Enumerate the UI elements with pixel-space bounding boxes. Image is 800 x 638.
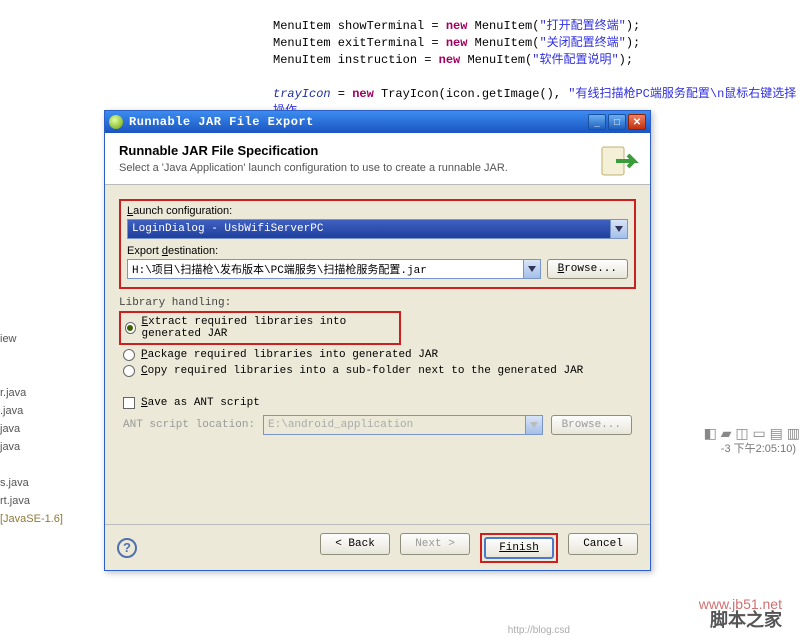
- ant-location-combo: E:\android_application: [263, 415, 543, 435]
- export-dest-label: Export destination:: [127, 245, 628, 257]
- next-button: Next >: [400, 533, 470, 555]
- export-dest-value: H:\项目\扫描枪\发布版本\PC端服务\扫描枪服务配置.jar: [132, 261, 427, 277]
- launch-config-label: LLaunch configuration:aunch configuratio…: [127, 205, 628, 217]
- library-handling-label: Library handling:: [119, 295, 636, 311]
- chevron-down-icon[interactable]: [523, 260, 540, 278]
- app-icon: [109, 115, 123, 129]
- export-dialog: Runnable JAR File Export _ □ ✕ Runnable …: [104, 110, 651, 571]
- help-icon[interactable]: ?: [117, 538, 137, 558]
- watermark-text: 脚本之家: [710, 606, 782, 632]
- radio-package[interactable]: [123, 349, 135, 361]
- chevron-down-icon: [525, 416, 542, 434]
- launch-export-group: LLaunch configuration:aunch configuratio…: [119, 199, 636, 289]
- dialog-footer: ? < Back Next > Finish Cancel: [105, 524, 650, 570]
- ant-location-label: ANT script location:: [123, 419, 255, 431]
- save-ant-label: Save as ANT script: [141, 397, 260, 409]
- launch-config-combo[interactable]: LoginDialog - UsbWifiServerPC: [127, 219, 628, 239]
- dialog-heading: Runnable JAR File Specification: [119, 143, 636, 158]
- dialog-header: Runnable JAR File Specification Select a…: [105, 133, 650, 185]
- background-code: MenuItem showTerminal = new MenuItem("打开…: [273, 18, 800, 120]
- maximize-button[interactable]: □: [608, 114, 626, 130]
- ant-browse-button: Browse...: [551, 415, 632, 435]
- background-file-list: iew r.java .java java java s.java rt.jav…: [0, 330, 63, 528]
- radio-copy[interactable]: [123, 365, 135, 377]
- export-dest-combo[interactable]: H:\项目\扫描枪\发布版本\PC端服务\扫描枪服务配置.jar: [127, 259, 541, 279]
- blog-url: http://blog.csd: [508, 625, 570, 636]
- save-ant-checkbox[interactable]: [123, 397, 135, 409]
- dialog-subtext: Select a 'Java Application' launch confi…: [119, 162, 636, 174]
- window-title: Runnable JAR File Export: [129, 115, 588, 129]
- radio-copy-label: Copy required libraries into a sub-folde…: [141, 365, 583, 377]
- finish-highlight: Finish: [480, 533, 558, 563]
- cancel-button[interactable]: Cancel: [568, 533, 638, 555]
- side-timestamp: -3 下午2:05:10): [721, 440, 796, 456]
- titlebar[interactable]: Runnable JAR File Export _ □ ✕: [105, 111, 650, 133]
- finish-button[interactable]: Finish: [484, 537, 554, 559]
- browse-button[interactable]: BBrowse...rowse...: [547, 259, 628, 279]
- close-button[interactable]: ✕: [628, 114, 646, 130]
- launch-config-value: LoginDialog - UsbWifiServerPC: [132, 223, 323, 235]
- radio-extract-highlight: Extract required libraries into generate…: [119, 311, 401, 345]
- chevron-down-icon[interactable]: [610, 220, 627, 238]
- jar-export-icon: [598, 141, 640, 183]
- radio-extract[interactable]: [125, 322, 136, 334]
- radio-package-label: Package required libraries into generate…: [141, 349, 438, 361]
- ant-location-value: E:\android_application: [268, 419, 413, 431]
- back-button[interactable]: < Back: [320, 533, 390, 555]
- minimize-button[interactable]: _: [588, 114, 606, 130]
